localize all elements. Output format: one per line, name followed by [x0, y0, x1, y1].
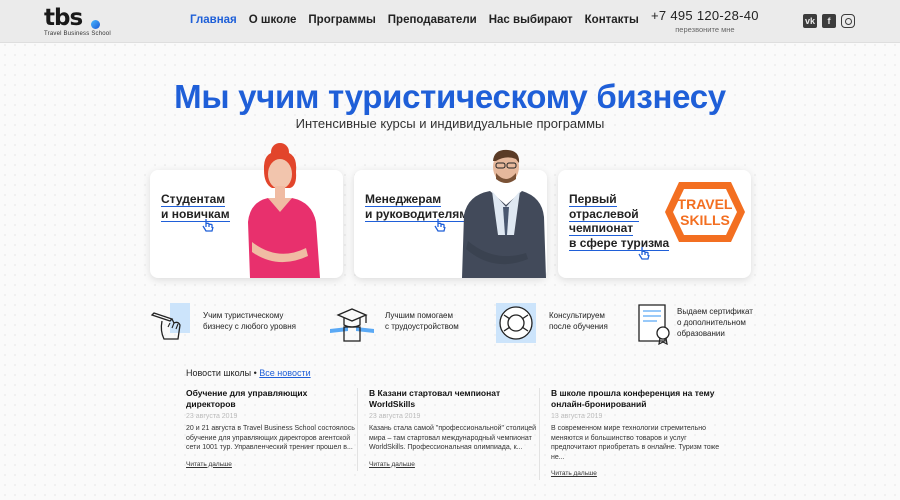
card-label: Менеджерам и руководителям — [365, 192, 469, 222]
callback-link[interactable]: перезвоните мне — [651, 25, 759, 34]
feature-text: Консультируем после обучения — [549, 311, 608, 331]
travelskills-logo: TRAVEL SKILLS — [665, 182, 745, 242]
graduation-cap-icon — [330, 308, 374, 342]
card-students[interactable]: Студентам и новичкам — [150, 143, 343, 278]
news-item-title[interactable]: В Казани стартовал чемпионат WorldSkills — [369, 388, 539, 410]
certificate-icon — [638, 304, 670, 345]
pointer-hand-icon — [638, 247, 650, 260]
news-item: В Казани стартовал чемпионат WorldSkills… — [357, 388, 539, 471]
read-more-link[interactable]: Читать дальше — [551, 470, 597, 477]
manager-photo — [462, 149, 546, 278]
svg-text:SKILLS: SKILLS — [680, 212, 730, 228]
news-heading: Новости школы • Все новости — [186, 368, 311, 378]
lifebuoy-icon — [496, 303, 536, 343]
svg-text:TRAVEL: TRAVEL — [678, 196, 733, 212]
nav-item-home[interactable]: Главная — [190, 14, 237, 26]
feature-certificate: Выдаем сертификат о дополнительном образ… — [633, 301, 773, 345]
logo[interactable]: tbs Travel Business School — [44, 5, 111, 38]
news-item-date: 13 августа 2019 — [551, 413, 603, 420]
nav-item-contacts[interactable]: Контакты — [585, 14, 639, 26]
all-news-link[interactable]: Все новости — [259, 368, 310, 378]
pointer-hand-icon — [202, 219, 214, 232]
read-more-link[interactable]: Читать дальше — [186, 461, 232, 468]
hand-pencil-icon — [150, 303, 190, 340]
phone-number[interactable]: +7 495 120-28-40 — [651, 8, 759, 23]
logo-wordmark: tbs — [44, 5, 83, 31]
logo-subtitle: Travel Business School — [44, 31, 111, 37]
news-item-title[interactable]: Обучение для управляющих директоров — [186, 388, 356, 410]
news-title-label: Новости школы — [186, 368, 252, 378]
facebook-icon[interactable]: f — [822, 14, 836, 28]
hero-subtitle: Интенсивные курсы и индивидуальные прогр… — [295, 116, 605, 131]
nav-item-teachers[interactable]: Преподаватели — [388, 14, 477, 26]
hero-title: Мы учим туристическому бизнесу — [174, 78, 726, 115]
read-more-link[interactable]: Читать дальше — [369, 461, 415, 468]
card-label: Первый отраслевой чемпионат в сфере тури… — [569, 192, 670, 251]
news-item-text: Казань стала самой "профессиональной" ст… — [369, 425, 537, 451]
nav-item-clients[interactable]: Нас выбирают — [489, 14, 573, 26]
news-item-date: 23 августа 2019 — [369, 413, 421, 420]
feature-any-level: Учим туристическому бизнесу с любого уро… — [148, 301, 308, 345]
card-managers[interactable]: Менеджерам и руководителям — [354, 149, 547, 278]
phone-block: +7 495 120-28-40 перезвоните мне — [651, 8, 759, 34]
news-item-text: 20 и 21 августа в Travel Business School… — [186, 425, 355, 451]
site-header: tbs Travel Business School Главная О шко… — [0, 0, 900, 43]
pointer-hand-icon — [434, 219, 446, 232]
news-item-date: 23 августа 2019 — [186, 413, 238, 420]
logo-dot-icon — [91, 20, 100, 29]
instagram-icon[interactable] — [841, 14, 855, 28]
feature-employment: Лучшим помогаем с трудоустройством — [330, 301, 480, 345]
feature-text: Лучшим помогаем с трудоустройством — [385, 311, 459, 331]
card-label: Студентам и новичкам — [161, 192, 230, 222]
nav-item-about[interactable]: О школе — [249, 14, 297, 26]
card-championship[interactable]: Первый отраслевой чемпионат в сфере тури… — [558, 170, 751, 278]
news-item: Обучение для управляющих директоров 23 а… — [186, 388, 356, 471]
news-item-title[interactable]: В школе прошла конференция на тему онлай… — [551, 388, 721, 410]
vk-icon[interactable]: vk — [803, 14, 817, 28]
main-nav: Главная О школе Программы Преподаватели … — [190, 14, 639, 26]
nav-item-programs[interactable]: Программы — [308, 14, 375, 26]
student-photo — [248, 143, 320, 278]
news-item: В школе прошла конференция на тему онлай… — [539, 388, 721, 480]
feature-text: Учим туристическому бизнесу с любого уро… — [203, 311, 296, 331]
feature-text: Выдаем сертификат о дополнительном образ… — [677, 307, 753, 338]
feature-consulting: Консультируем после обучения — [494, 301, 624, 345]
news-item-text: В современном мире технологии стремитель… — [551, 425, 720, 461]
social-links: vk f — [803, 14, 855, 28]
